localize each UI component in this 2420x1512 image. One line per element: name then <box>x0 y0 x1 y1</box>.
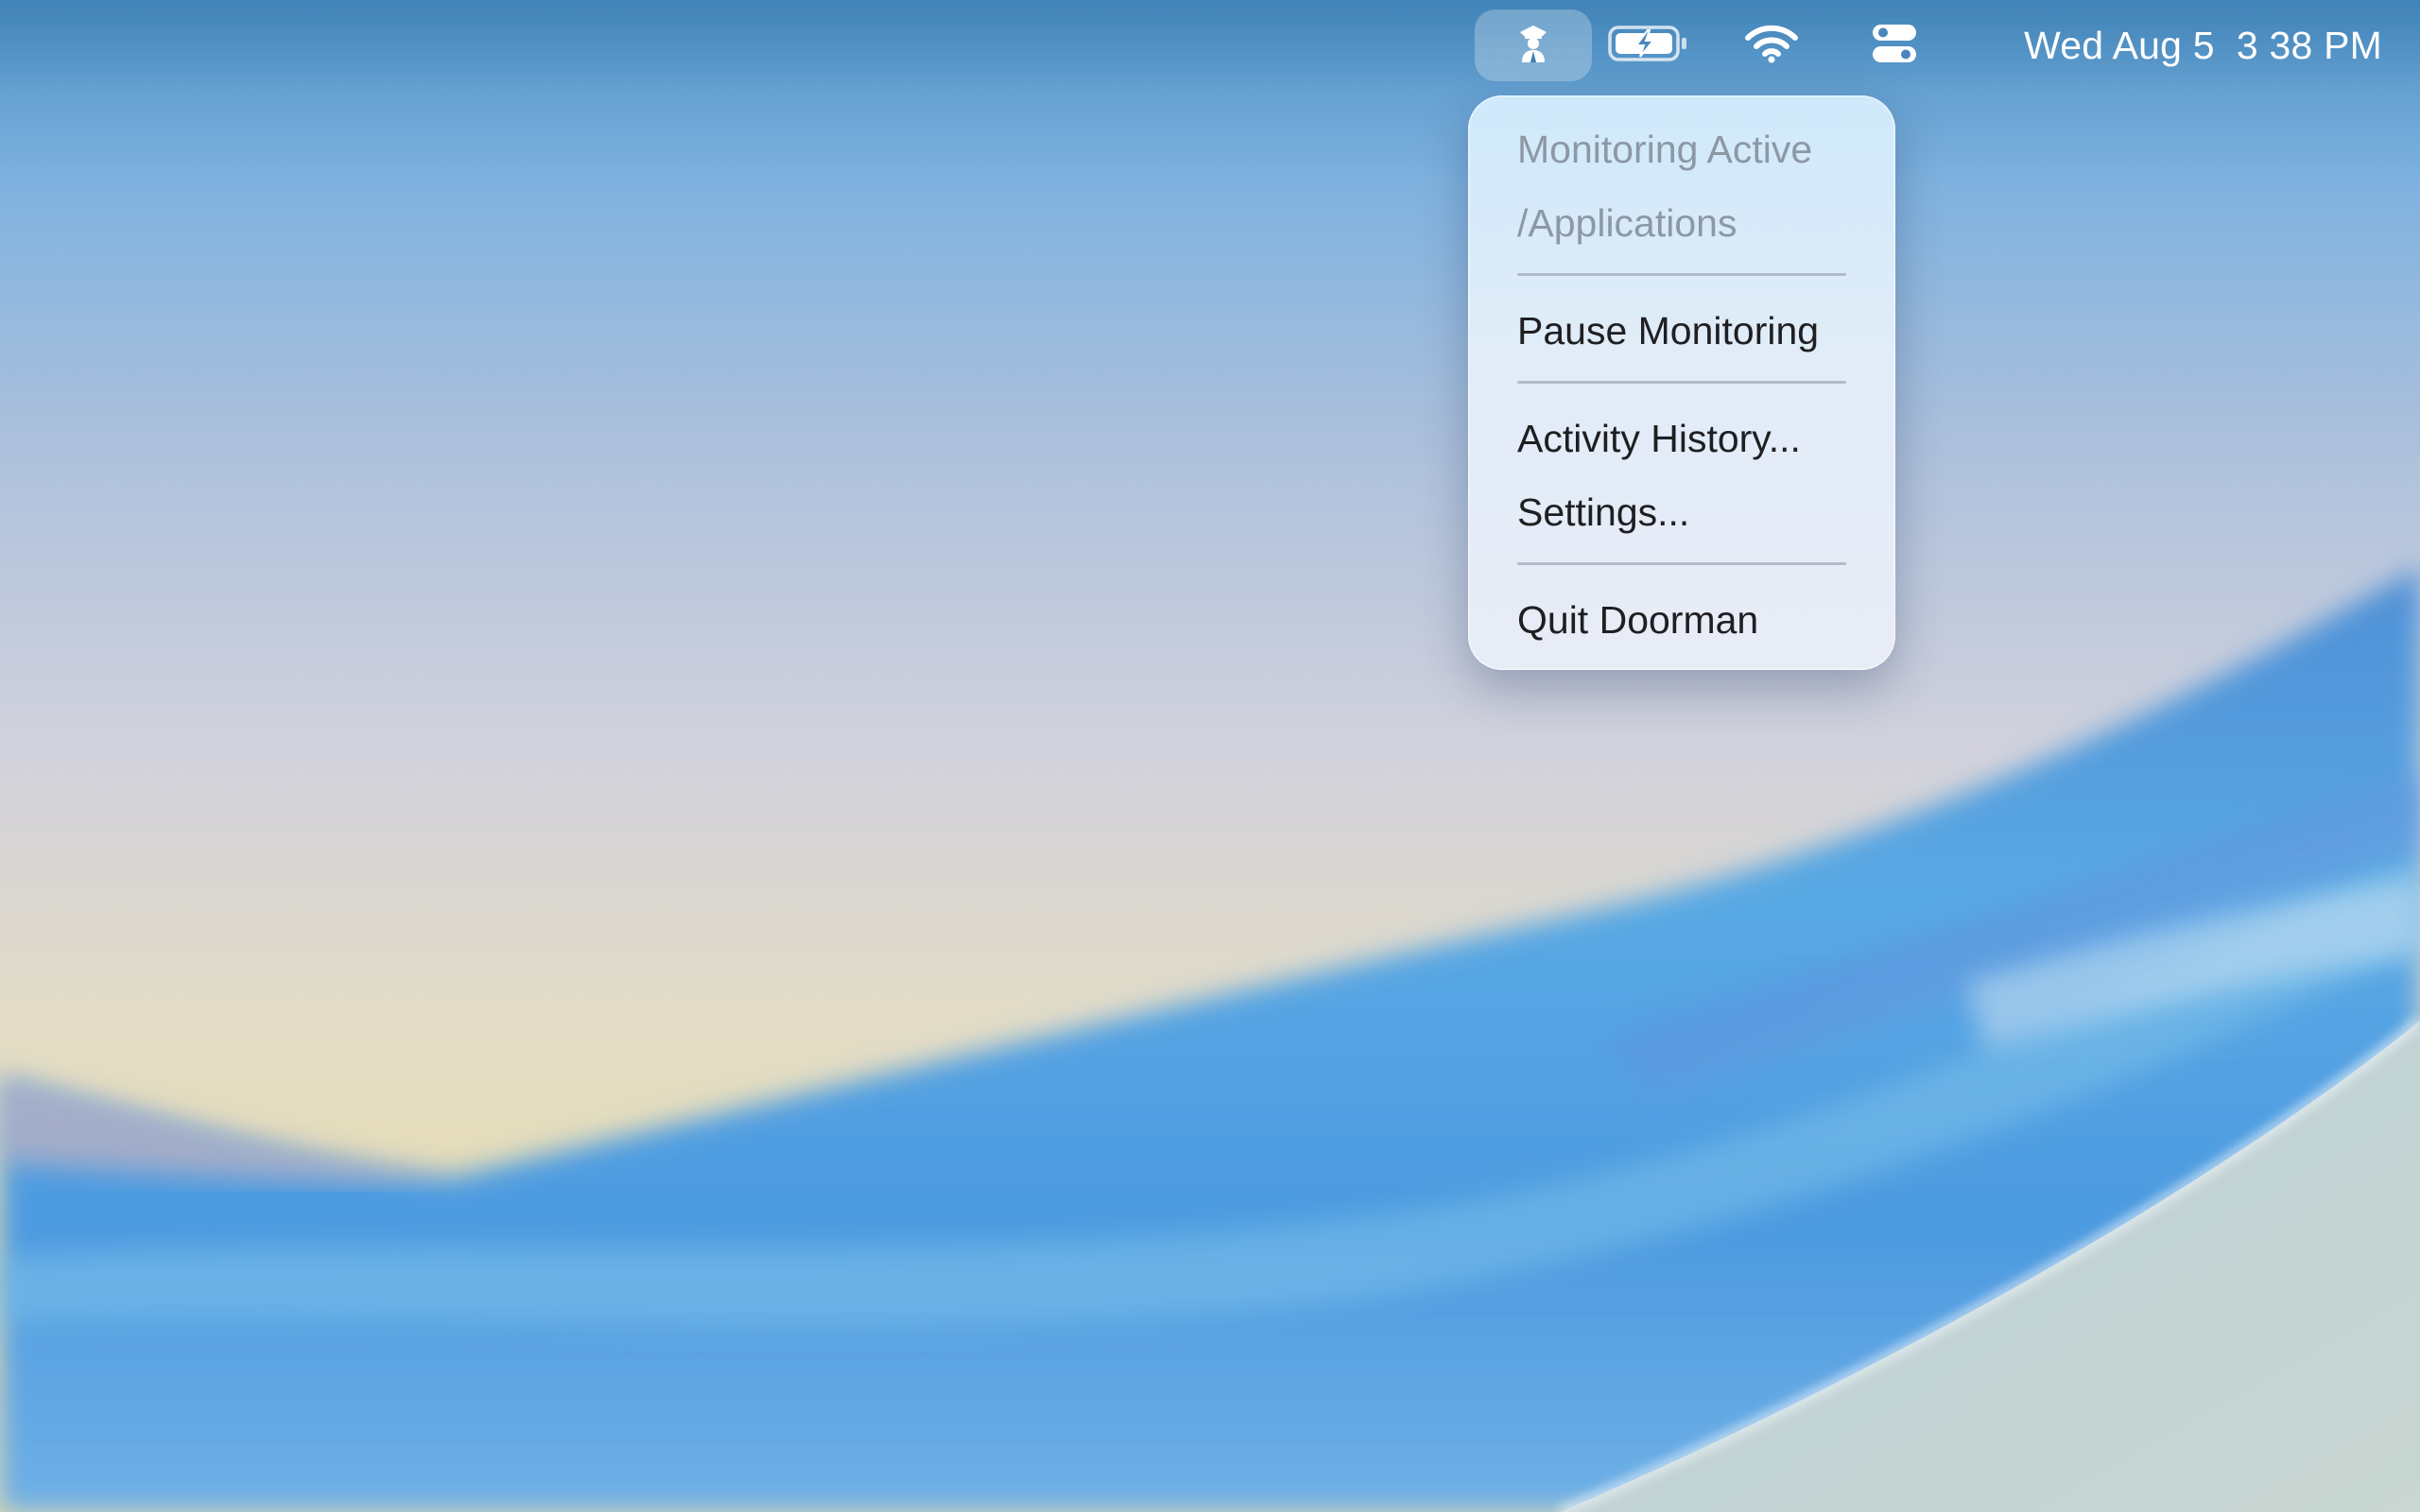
battery-status-item[interactable] <box>1603 9 1694 81</box>
wifi-icon <box>1744 23 1799 69</box>
doorman-figure-icon <box>1514 23 1552 69</box>
settings-label: Settings... <box>1517 490 1690 534</box>
menu-item-activity-history[interactable]: Activity History... <box>1517 406 1876 471</box>
menu-bar: Wed Aug 5 3 38 PM <box>0 0 2420 91</box>
control-center-icon <box>1871 22 1918 70</box>
menu-item-quit[interactable]: Quit Doorman <box>1517 588 1876 652</box>
desktop-wallpaper <box>0 0 2420 1512</box>
menu-item-settings[interactable]: Settings... <box>1517 480 1876 544</box>
menu-separator <box>1517 273 1846 276</box>
battery-charging-icon <box>1608 25 1689 67</box>
menu-separator <box>1517 381 1846 384</box>
doorman-status-item[interactable] <box>1475 9 1592 81</box>
pause-monitoring-label: Pause Monitoring <box>1517 308 1820 352</box>
path-label: /Applications <box>1517 200 1737 245</box>
status-label: Monitoring Active <box>1517 127 1813 171</box>
menu-item-status: Monitoring Active <box>1517 117 1876 181</box>
menu-separator <box>1517 562 1846 565</box>
clock-label: Wed Aug 5 3 38 PM <box>2024 23 2382 67</box>
activity-history-label: Activity History... <box>1517 416 1801 460</box>
menu-bar-clock[interactable]: Wed Aug 5 3 38 PM <box>1966 9 2382 81</box>
control-center-item[interactable] <box>1858 9 1930 81</box>
quit-doorman-label: Quit Doorman <box>1517 597 1759 642</box>
menu-item-path: /Applications <box>1517 191 1876 255</box>
doorman-dropdown-menu: Monitoring Active /Applications Pause Mo… <box>1468 95 1895 670</box>
menu-item-pause-monitoring[interactable]: Pause Monitoring <box>1517 299 1876 363</box>
wifi-status-item[interactable] <box>1734 9 1809 81</box>
